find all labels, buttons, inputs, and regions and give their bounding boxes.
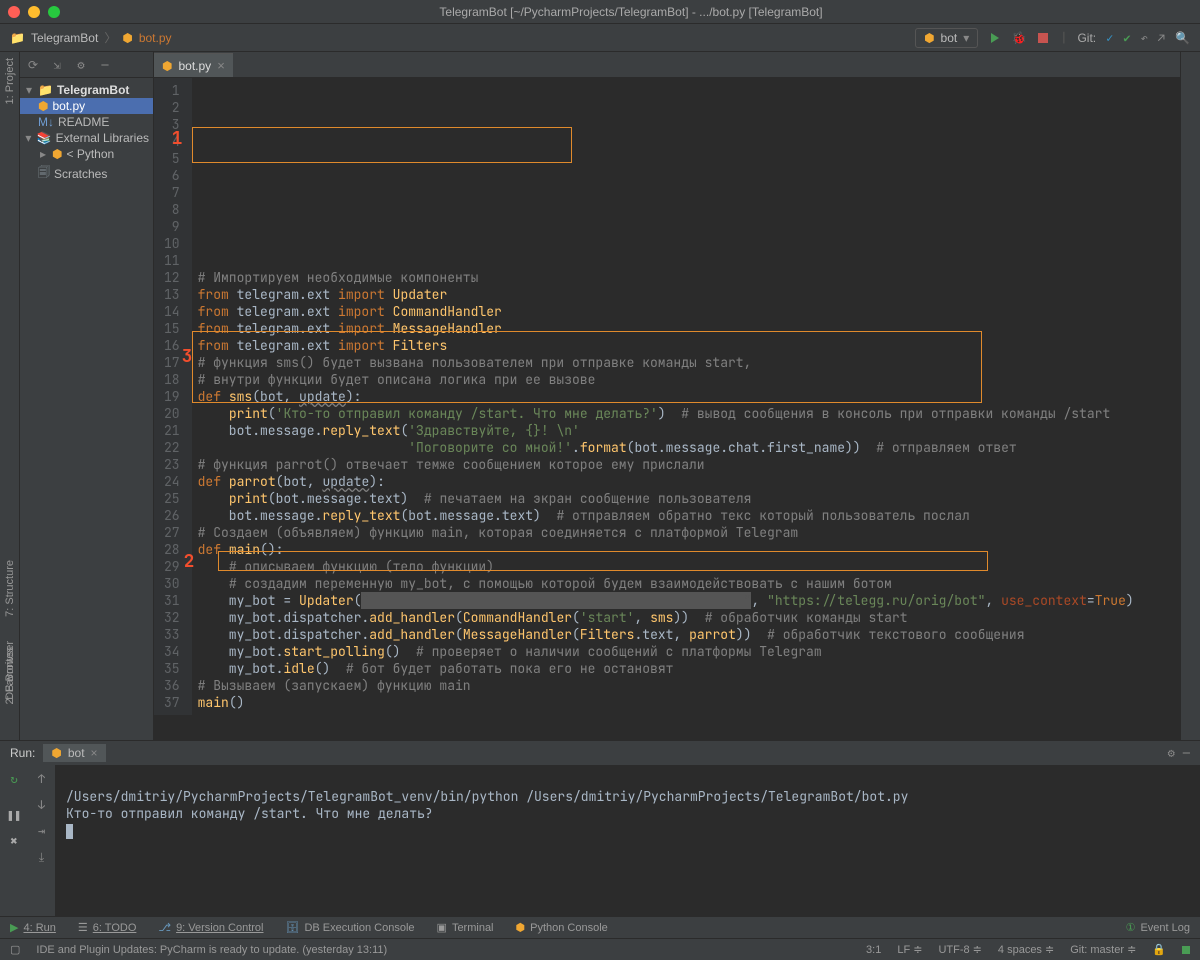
run-tab[interactable]: ⬢ bot × bbox=[43, 744, 105, 762]
code-editor[interactable]: 1 2 3 4 5 6 7 8 9 10 11 12 13 14 15 16 1… bbox=[154, 78, 1180, 740]
run-toolbar-left: ↻ ❚❚ ✖ bbox=[0, 765, 28, 916]
editor-tab-botpy[interactable]: ⬢ bot.py × bbox=[154, 53, 233, 77]
breadcrumb-project[interactable]: TelegramBot bbox=[31, 31, 98, 45]
search-icon[interactable]: 🔍 bbox=[1175, 30, 1190, 46]
expand-icon[interactable]: ⇲ bbox=[50, 58, 64, 72]
minimize-window[interactable] bbox=[28, 6, 40, 18]
git-update-icon[interactable]: ✓ bbox=[1106, 30, 1113, 46]
tab-label: bot.py bbox=[178, 59, 211, 73]
tool-terminal[interactable]: ▣Terminal bbox=[437, 921, 494, 934]
breadcrumb-file[interactable]: bot.py bbox=[139, 31, 172, 45]
tool-db[interactable]: 🗄DB Execution Console bbox=[286, 921, 415, 934]
tree-scratches[interactable]: 🗐Scratches bbox=[20, 162, 153, 185]
highlight-box-3 bbox=[192, 331, 982, 403]
collapse-icon[interactable]: — bbox=[98, 58, 112, 72]
tool-window-toggler[interactable]: ▢ bbox=[10, 943, 20, 956]
line-separator[interactable]: LF ≑ bbox=[897, 943, 922, 956]
project-tree[interactable]: ▾📁TelegramBot ⬢bot.py M↓README ▾📚Externa… bbox=[20, 78, 153, 189]
chevron-down-icon: ▾ bbox=[963, 31, 969, 45]
status-indicator[interactable] bbox=[1182, 946, 1190, 954]
tool-run[interactable]: ▶4: Run bbox=[10, 921, 56, 934]
titlebar: TelegramBot [~/PycharmProjects/TelegramB… bbox=[0, 0, 1200, 24]
breadcrumb[interactable]: 📁 TelegramBot 〉 ⬢ bot.py bbox=[10, 29, 172, 46]
down-stack-icon[interactable]: ↓ bbox=[38, 797, 45, 813]
python-icon: ⬢ bbox=[924, 31, 934, 45]
run-toolbar-left2: ↑ ↓ ⇥ ⤓ bbox=[28, 765, 56, 916]
editor-area: ⬢ bot.py × 1 2 3 4 5 6 7 8 9 10 11 12 13… bbox=[154, 52, 1180, 740]
debug-button[interactable]: 🐞 bbox=[1012, 31, 1026, 45]
git-history-icon[interactable]: ↶ bbox=[1141, 30, 1148, 46]
window-title: TelegramBot [~/PycharmProjects/TelegramB… bbox=[70, 5, 1192, 19]
tool-todo[interactable]: ☰6: TODO bbox=[78, 921, 136, 934]
run-panel: Run: ⬢ bot × ⚙ — ↻ ❚❚ ✖ ↑ ↓ ⇥ ⤓ /Users/d… bbox=[0, 740, 1200, 916]
annotation-marker-1: 1 bbox=[172, 130, 183, 147]
highlight-box-1 bbox=[192, 127, 572, 163]
settings-icon[interactable]: ⚙ bbox=[74, 58, 88, 72]
structure-tool-tab[interactable]: 7: Structure bbox=[4, 560, 16, 617]
rerun-icon[interactable]: ↻ bbox=[10, 771, 17, 787]
readonly-lock-icon[interactable]: 🔒 bbox=[1152, 943, 1166, 956]
tool-vcs[interactable]: ⎇9: Version Control bbox=[158, 921, 263, 934]
git-revert-icon[interactable]: ↗ bbox=[1158, 30, 1165, 46]
console-line-1: /Users/dmitriy/PycharmProjects/TelegramB… bbox=[66, 788, 908, 805]
bottom-tool-strip: ▶4: Run ☰6: TODO ⎇9: Version Control 🗄DB… bbox=[0, 916, 1200, 938]
navigation-bar: 📁 TelegramBot 〉 ⬢ bot.py ⬢ bot ▾ 🐞 | Git… bbox=[0, 24, 1200, 52]
folder-icon: 📁 bbox=[10, 31, 25, 45]
git-label: Git: bbox=[1077, 31, 1096, 45]
file-encoding[interactable]: UTF-8 ≑ bbox=[938, 943, 981, 956]
python-file-icon: ⬢ bbox=[122, 31, 132, 45]
editor-tabbar: ⬢ bot.py × bbox=[154, 52, 1180, 78]
run-config-selector[interactable]: ⬢ bot ▾ bbox=[915, 28, 978, 48]
tool-python-console[interactable]: ⬢Python Console bbox=[516, 921, 608, 934]
code-lines[interactable]: 1 3 2 # Импортируем необходимые компонен… bbox=[192, 78, 1134, 715]
scroll-end-icon[interactable]: ⤓ bbox=[39, 849, 44, 865]
annotation-marker-2: 2 bbox=[184, 553, 195, 570]
up-stack-icon[interactable]: ↑ bbox=[38, 771, 45, 787]
breadcrumb-separator: 〉 bbox=[104, 29, 116, 46]
highlight-box-2 bbox=[218, 551, 988, 571]
stop-button[interactable] bbox=[1036, 31, 1050, 45]
line-gutter[interactable]: 1 2 3 4 5 6 7 8 9 10 11 12 13 14 15 16 1… bbox=[154, 78, 192, 715]
python-icon: ⬢ bbox=[51, 746, 61, 760]
git-branch[interactable]: Git: master ≑ bbox=[1070, 943, 1136, 956]
close-window[interactable] bbox=[8, 6, 20, 18]
soft-wrap-icon[interactable]: ⇥ bbox=[38, 823, 45, 839]
tree-file-botpy[interactable]: ⬢bot.py bbox=[20, 98, 153, 114]
run-panel-label: Run: bbox=[10, 746, 35, 760]
close-tab-icon[interactable]: × bbox=[217, 58, 225, 73]
run-settings-icon[interactable]: ⚙ bbox=[1168, 745, 1175, 761]
console-line-2: Кто-то отправил команду /start. Что мне … bbox=[66, 805, 433, 822]
cursor-position[interactable]: 3:1 bbox=[866, 944, 881, 956]
sync-icon[interactable]: ⟳ bbox=[26, 58, 40, 72]
run-tab-label: bot bbox=[68, 746, 85, 760]
console-cursor bbox=[66, 824, 73, 839]
project-sidebar: ⟳ ⇲ ⚙ — ▾📁TelegramBot ⬢bot.py M↓README ▾… bbox=[20, 52, 154, 740]
tree-python-sdk[interactable]: ▸⬢< Python bbox=[20, 146, 153, 162]
python-file-icon: ⬢ bbox=[162, 59, 172, 73]
pause-icon[interactable]: ❚❚ bbox=[7, 807, 21, 823]
git-commit-icon[interactable]: ✔ bbox=[1123, 30, 1130, 46]
annotation-marker-3: 3 bbox=[182, 348, 193, 365]
tree-project-root[interactable]: ▾📁TelegramBot bbox=[20, 82, 153, 98]
run-config-label: bot bbox=[941, 31, 958, 45]
run-collapse-icon[interactable]: — bbox=[1183, 745, 1190, 761]
status-message[interactable]: IDE and Plugin Updates: PyCharm is ready… bbox=[36, 944, 387, 956]
close-run-tab[interactable]: × bbox=[91, 746, 98, 760]
indent-setting[interactable]: 4 spaces ≑ bbox=[998, 943, 1054, 956]
window-controls bbox=[8, 6, 60, 18]
run-button[interactable] bbox=[988, 31, 1002, 45]
tree-file-readme[interactable]: M↓README bbox=[20, 114, 153, 130]
tree-external-libs[interactable]: ▾📚External Libraries bbox=[20, 130, 153, 146]
status-bar: ▢ IDE and Plugin Updates: PyCharm is rea… bbox=[0, 938, 1200, 960]
project-tool-tab[interactable]: 1: Project bbox=[4, 58, 16, 104]
tool-event-log[interactable]: ①Event Log bbox=[1126, 921, 1190, 934]
zoom-window[interactable] bbox=[48, 6, 60, 18]
right-tool-rail bbox=[1180, 52, 1200, 740]
exit-icon[interactable]: ✖ bbox=[10, 833, 17, 849]
favorites-tool-tab[interactable]: 2: Favorites bbox=[4, 647, 16, 704]
run-console[interactable]: /Users/dmitriy/PycharmProjects/TelegramB… bbox=[56, 765, 1200, 916]
